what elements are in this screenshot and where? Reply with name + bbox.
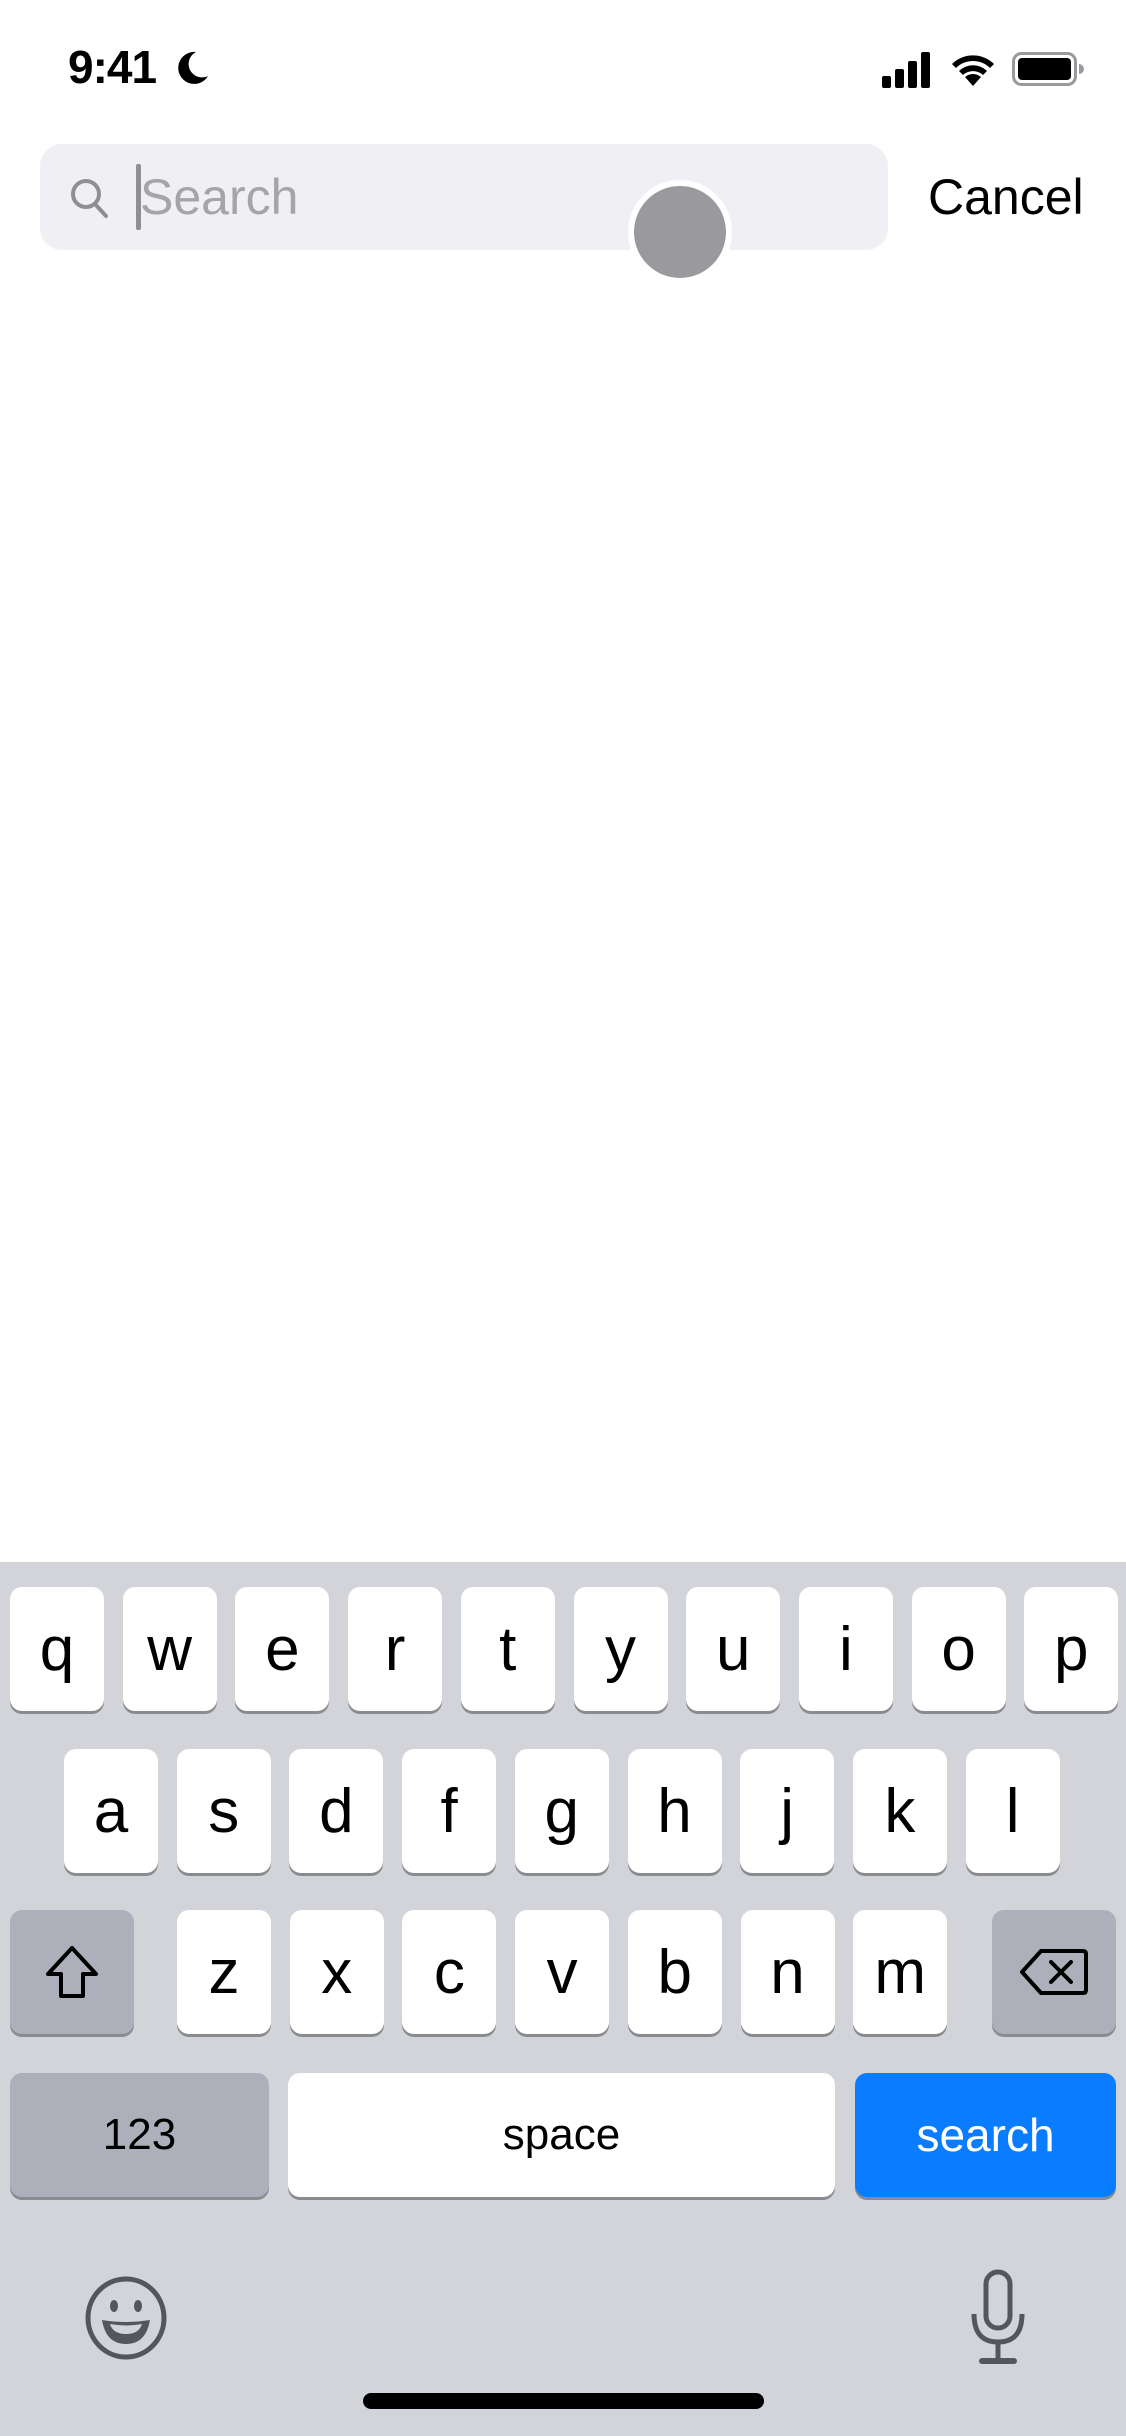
key-w[interactable]: w [122,1587,217,1711]
shift-key[interactable] [10,1910,134,2034]
microphone-icon[interactable] [968,2268,1028,2368]
key-u[interactable]: u [686,1587,781,1711]
emoji-icon[interactable] [84,2276,168,2360]
cancel-button[interactable]: Cancel [928,168,1084,226]
key-p[interactable]: p [1024,1587,1119,1711]
status-time: 9:41 [68,41,157,93]
key-c[interactable]: c [402,1910,497,2034]
key-h[interactable]: h [627,1749,722,1873]
wifi-icon [952,55,994,86]
key-y[interactable]: y [573,1587,668,1711]
key-e[interactable]: e [235,1587,330,1711]
key-q[interactable]: q [10,1587,104,1711]
key-n[interactable]: n [740,1910,835,2034]
key-o[interactable]: o [911,1587,1006,1711]
space-key[interactable]: space [288,2073,835,2197]
key-r[interactable]: r [348,1587,443,1711]
battery-icon [1012,52,1084,86]
key-j[interactable]: j [740,1749,835,1873]
key-a[interactable]: a [64,1749,158,1873]
key-z[interactable]: z [177,1910,271,2034]
moon-icon [178,51,208,84]
cellular-signal-icon [882,52,930,88]
key-m[interactable]: m [853,1910,948,2034]
numbers-key[interactable]: 123 [10,2073,269,2197]
key-d[interactable]: d [289,1749,384,1873]
search-return-key[interactable]: search [855,2073,1116,2197]
delete-key[interactable] [992,1910,1116,2034]
key-t[interactable]: t [460,1587,555,1711]
home-indicator [363,2393,764,2409]
search-placeholder: Search [140,169,299,225]
shift-icon [46,1946,98,1998]
key-k[interactable]: k [852,1749,947,1873]
key-v[interactable]: v [515,1910,610,2034]
key-b[interactable]: b [627,1910,722,2034]
search-icon [71,179,108,218]
key-i[interactable]: i [798,1587,893,1711]
key-x[interactable]: x [289,1910,384,2034]
delete-icon [1020,1949,1088,1995]
key-l[interactable]: l [965,1749,1060,1873]
key-f[interactable]: f [402,1749,497,1873]
key-g[interactable]: g [514,1749,609,1873]
key-s[interactable]: s [176,1749,271,1873]
touch-indicator [628,180,732,284]
keyboard: qwertyuiop asdfghjkl zxcvbnm 123 space s… [0,1562,1126,2436]
